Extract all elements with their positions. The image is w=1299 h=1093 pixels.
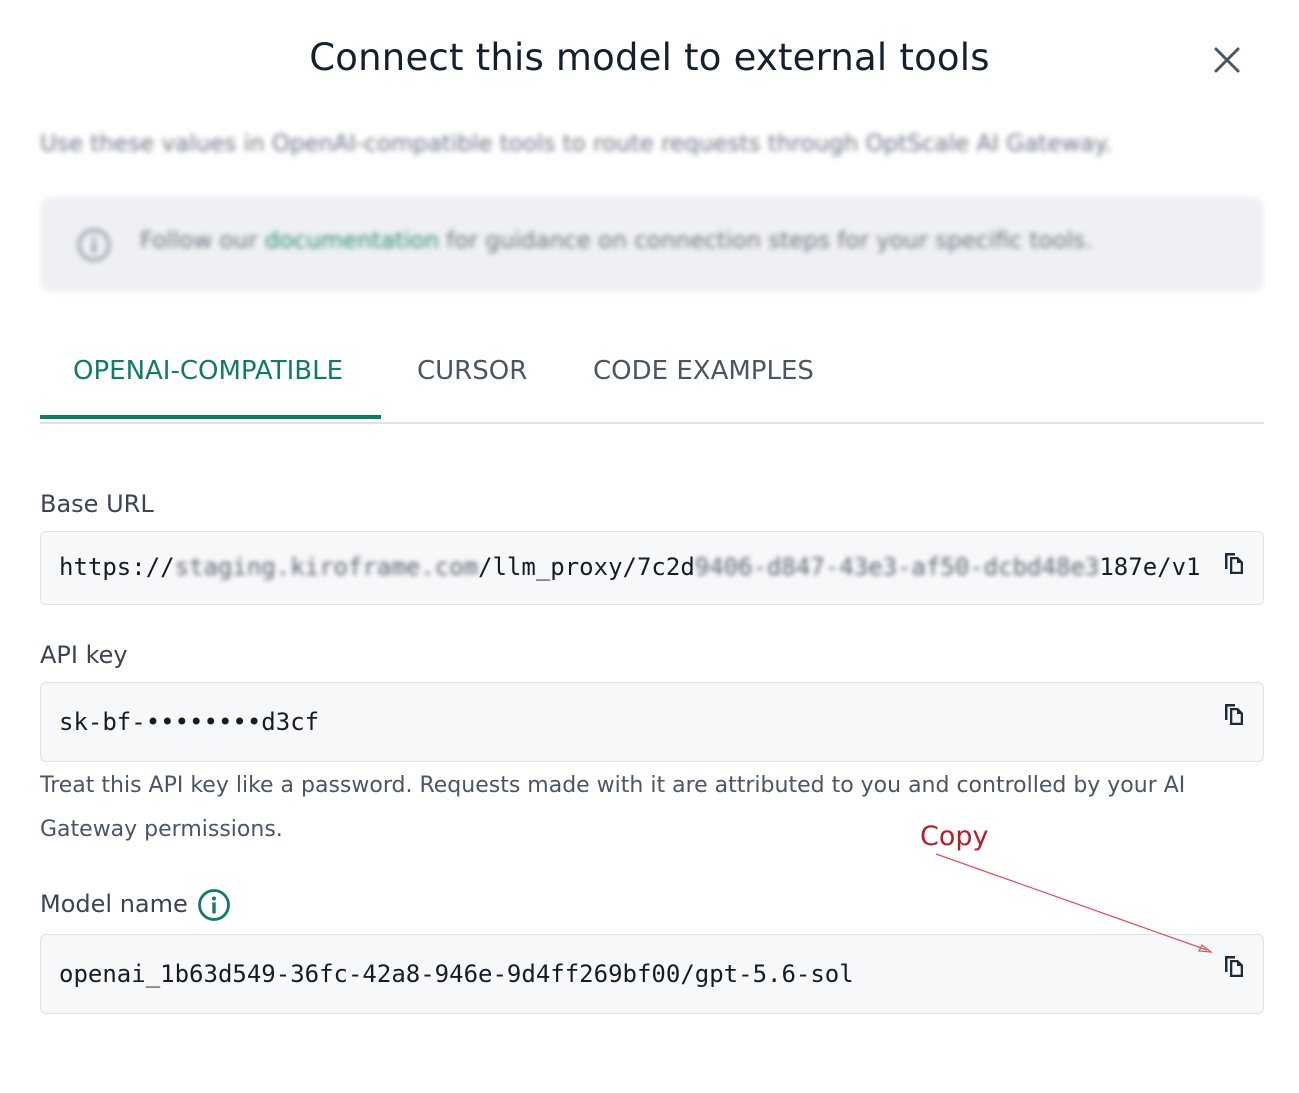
info-text-prefix: Follow our	[140, 228, 265, 254]
copy-base-url-button[interactable]	[1219, 548, 1249, 578]
copy-icon	[1225, 704, 1243, 725]
tab-bar: OPENAI-COMPATIBLE CURSOR CODE EXAMPLES	[40, 340, 1264, 424]
model-name-field[interactable]: openai_1b63d549-36fc-42a8-946e-9d4ff269b…	[40, 934, 1264, 1014]
info-banner: Follow our documentation for guidance on…	[40, 197, 1264, 292]
base-url-label: Base URL	[40, 490, 154, 518]
base-url-suffix: 187e/v1	[1099, 553, 1201, 581]
base-url-scheme: https://	[59, 553, 175, 581]
api-key-hint: Treat this API key like a password. Requ…	[40, 773, 1186, 842]
info-icon[interactable]	[197, 888, 231, 922]
info-icon	[77, 228, 111, 262]
api-key-label: API key	[40, 641, 128, 669]
copy-icon	[1225, 553, 1243, 574]
copy-annotation-label: Copy	[920, 821, 989, 852]
api-key-field[interactable]: sk-bf-••••••••d3cf	[40, 682, 1264, 762]
api-key-value: sk-bf-••••••••d3cf	[59, 708, 320, 736]
model-name-label: Model name	[40, 890, 188, 918]
info-text: Follow our documentation for guidance on…	[140, 228, 1092, 254]
base-url-hidden: 9406-d847-43e3-af50-dcbd48e3	[694, 553, 1100, 581]
info-text-suffix: for guidance on connection steps for you…	[439, 228, 1093, 254]
tab-cursor[interactable]: CURSOR	[417, 356, 527, 386]
connect-model-dialog: Connect this model to external tools Use…	[0, 0, 1299, 1093]
documentation-link[interactable]: documentation	[265, 228, 439, 254]
model-name-value: openai_1b63d549-36fc-42a8-946e-9d4ff269b…	[59, 960, 854, 988]
close-button[interactable]	[1206, 39, 1248, 81]
base-url-value: https://staging.kiroframe.com/llm_proxy/…	[59, 553, 1201, 581]
copy-api-key-button[interactable]	[1219, 699, 1249, 729]
base-url-path: /llm_proxy/7c2d	[478, 553, 695, 581]
base-url-field[interactable]: https://staging.kiroframe.com/llm_proxy/…	[40, 531, 1264, 605]
tab-code-examples[interactable]: CODE EXAMPLES	[593, 356, 814, 386]
copy-icon	[1225, 956, 1243, 977]
dialog-title: Connect this model to external tools	[309, 36, 990, 79]
active-tab-indicator	[40, 415, 381, 419]
base-url-host: staging.kiroframe.com	[174, 553, 479, 581]
dialog-subtitle: Use these values in OpenAI-compatible to…	[40, 131, 1112, 157]
close-icon	[1214, 47, 1240, 73]
tab-openai-compatible[interactable]: OPENAI-COMPATIBLE	[73, 356, 343, 386]
copy-model-name-button[interactable]	[1219, 951, 1249, 981]
